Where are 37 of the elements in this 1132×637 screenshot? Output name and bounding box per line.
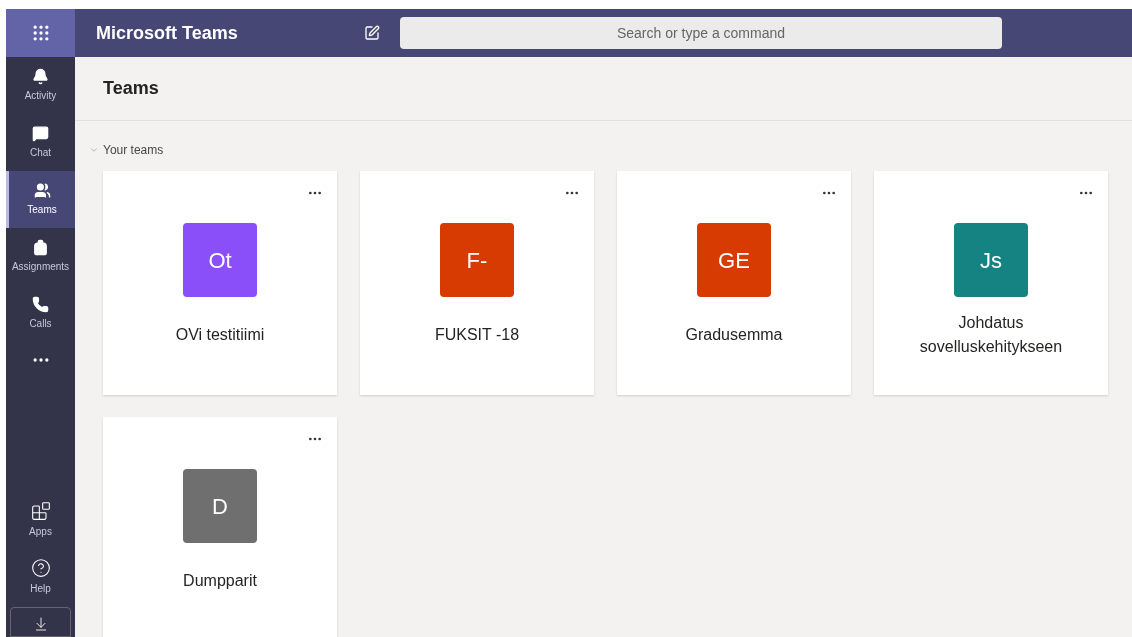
bell-icon [32,68,49,85]
download-button[interactable] [10,607,71,637]
app-title: Microsoft Teams [96,21,239,45]
app-bar-item[interactable]: Activity [6,57,75,114]
app-bar-item[interactable]: Chat [6,114,75,171]
page-title: Teams [103,77,159,100]
chevron-icon [89,145,99,155]
team-card[interactable]: Js Johdatus sovelluskehitykseen [874,171,1108,395]
app-bar-item[interactable]: Apps [6,491,75,548]
app-launcher-button[interactable] [6,9,75,57]
team-avatar: D [183,469,257,543]
compose-icon[interactable] [364,25,380,41]
section-header[interactable]: Your teams [89,141,164,159]
team-name: OVi testitiimi [174,325,266,345]
chat-icon [32,125,49,142]
app-bar-item[interactable]: Teams [6,171,75,228]
team-name: Dumpparit [182,571,258,591]
app-bar-item[interactable]: Assignments [6,228,75,285]
team-card[interactable]: D Dumpparit [103,417,337,637]
team-card[interactable]: GE Gradusemma [617,171,851,395]
team-name: Johdatus sovelluskehitykseen [918,313,1064,357]
team-name: Gradusemma [684,325,784,345]
people-icon [33,182,51,199]
phone-icon [32,296,49,313]
team-avatar: Ot [183,223,257,297]
search-field[interactable]: Search or type a command [400,17,1002,49]
help-icon [30,557,51,578]
team-avatar: F- [440,223,514,297]
team-card[interactable]: F- FUKSIT -18 [360,171,594,395]
backpack-icon [32,239,49,256]
team-avatar: GE [697,223,771,297]
apps-icon [30,500,51,521]
team-name: FUKSIT -18 [433,325,521,345]
app-bar-item[interactable]: Help [6,548,75,605]
team-card[interactable]: Ot OVi testitiimi [103,171,337,395]
app-bar-item[interactable]: Calls [6,285,75,342]
team-avatar: Js [954,223,1028,297]
